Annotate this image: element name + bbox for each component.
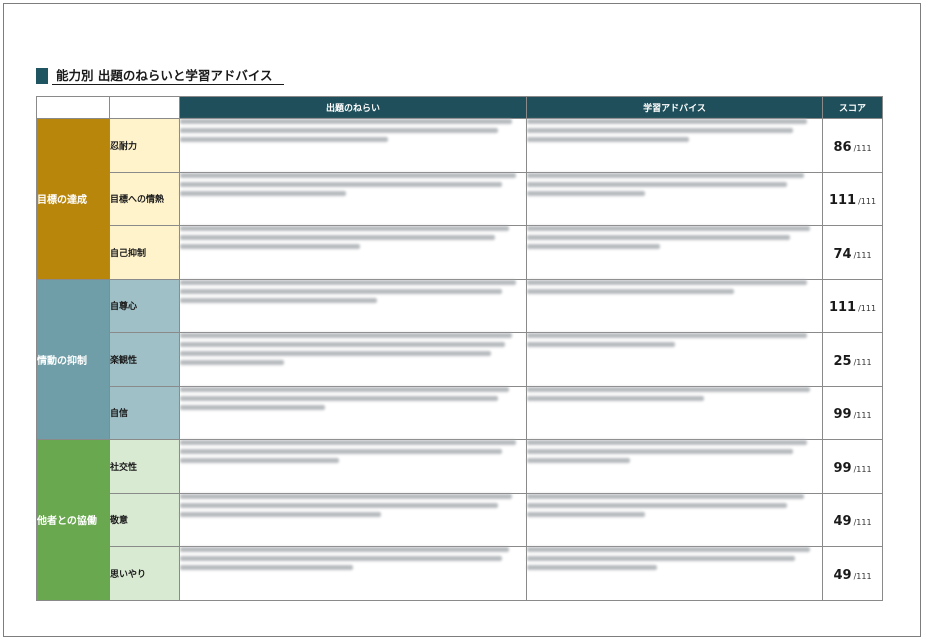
score-max: /111 — [853, 518, 872, 528]
table-row: 情動の抑制 自尊心 111/111 — [36, 278, 883, 440]
score-value: 99 — [833, 407, 852, 423]
advice-text-blurred — [526, 546, 823, 601]
header-blank-sub — [109, 96, 180, 119]
advice-text-blurred — [526, 439, 823, 494]
table-header-row: 出題のねらい 学習アドバイス スコア — [36, 96, 883, 119]
advice-text-blurred — [526, 225, 823, 280]
sub-ability-cell: 社交性 — [109, 439, 180, 494]
sub-ability-cell: 自尊心 — [109, 278, 180, 333]
document-title: 能力別 出題のねらいと学習アドバイス — [36, 67, 285, 85]
score-max: /111 — [853, 143, 872, 153]
aim-text-blurred — [179, 225, 527, 280]
title-text: 能力別 出題のねらいと学習アドバイス — [52, 68, 285, 85]
category-cell: 目標の達成 — [36, 118, 110, 280]
aim-text-blurred — [179, 492, 527, 547]
score-max: /111 — [853, 357, 872, 367]
table-row: 敬意 49/111 — [37, 492, 883, 547]
score-cell: 111/111 — [822, 171, 883, 226]
aim-text-blurred — [179, 278, 527, 333]
score-value: 49 — [833, 514, 852, 530]
score-max: /111 — [858, 197, 877, 207]
advice-text-blurred — [526, 385, 823, 440]
score-cell: 111/111 — [822, 278, 883, 333]
title-marker-square — [36, 68, 48, 84]
category-cell: 他者との協働 — [36, 439, 110, 601]
header-aim: 出題のねらい — [179, 96, 527, 119]
table-row: 目標の達成 忍耐力 86/111 — [36, 118, 883, 280]
score-max: /111 — [853, 250, 872, 260]
aim-text-blurred — [179, 385, 527, 440]
table-row: 目標への情熱 111/111 — [37, 171, 883, 226]
aim-text-blurred — [179, 332, 527, 387]
score-cell: 49/111 — [822, 546, 883, 601]
ability-table: 出題のねらい 学習アドバイス スコア 目標の達成 忍耐力 86/111 目標への… — [36, 96, 883, 601]
table-row: 自己抑制 74/111 — [37, 225, 883, 280]
aim-text-blurred — [179, 118, 527, 173]
sub-ability-cell: 忍耐力 — [109, 118, 180, 173]
score-cell: 99/111 — [822, 385, 883, 440]
advice-text-blurred — [526, 278, 823, 333]
sub-ability-cell: 目標への情熱 — [109, 171, 180, 226]
aim-text-blurred — [179, 439, 527, 494]
score-value: 49 — [833, 567, 852, 583]
score-cell: 25/111 — [822, 332, 883, 387]
sub-ability-cell: 楽観性 — [109, 332, 180, 387]
header-blank-category — [36, 96, 110, 119]
score-cell: 99/111 — [822, 439, 883, 494]
table-row: 自信 99/111 — [37, 385, 883, 440]
score-cell: 49/111 — [822, 492, 883, 547]
sub-ability-cell: 敬意 — [109, 492, 180, 547]
score-cell: 74/111 — [822, 225, 883, 280]
sub-ability-cell: 思いやり — [109, 546, 180, 601]
score-max: /111 — [853, 571, 872, 581]
table-row: 思いやり 49/111 — [37, 546, 883, 601]
sub-ability-cell: 自己抑制 — [109, 225, 180, 280]
score-max: /111 — [858, 304, 877, 314]
advice-text-blurred — [526, 492, 823, 547]
table-row: 他者との協働 社交性 99/111 — [36, 439, 883, 601]
aim-text-blurred — [179, 546, 527, 601]
aim-text-blurred — [179, 171, 527, 226]
score-value: 111 — [828, 193, 857, 209]
score-value: 25 — [833, 353, 852, 369]
header-score: スコア — [822, 96, 883, 119]
advice-text-blurred — [526, 332, 823, 387]
score-value: 86 — [833, 139, 852, 155]
advice-text-blurred — [526, 118, 823, 173]
advice-text-blurred — [526, 171, 823, 226]
score-value: 111 — [828, 300, 857, 316]
sub-ability-cell: 自信 — [109, 385, 180, 440]
header-advice: 学習アドバイス — [526, 96, 823, 119]
score-max: /111 — [853, 464, 872, 474]
score-max: /111 — [853, 411, 872, 421]
score-value: 99 — [833, 460, 852, 476]
score-cell: 86/111 — [822, 118, 883, 173]
table-row: 楽観性 25/111 — [37, 332, 883, 387]
category-cell: 情動の抑制 — [36, 278, 110, 440]
score-value: 74 — [833, 246, 852, 262]
